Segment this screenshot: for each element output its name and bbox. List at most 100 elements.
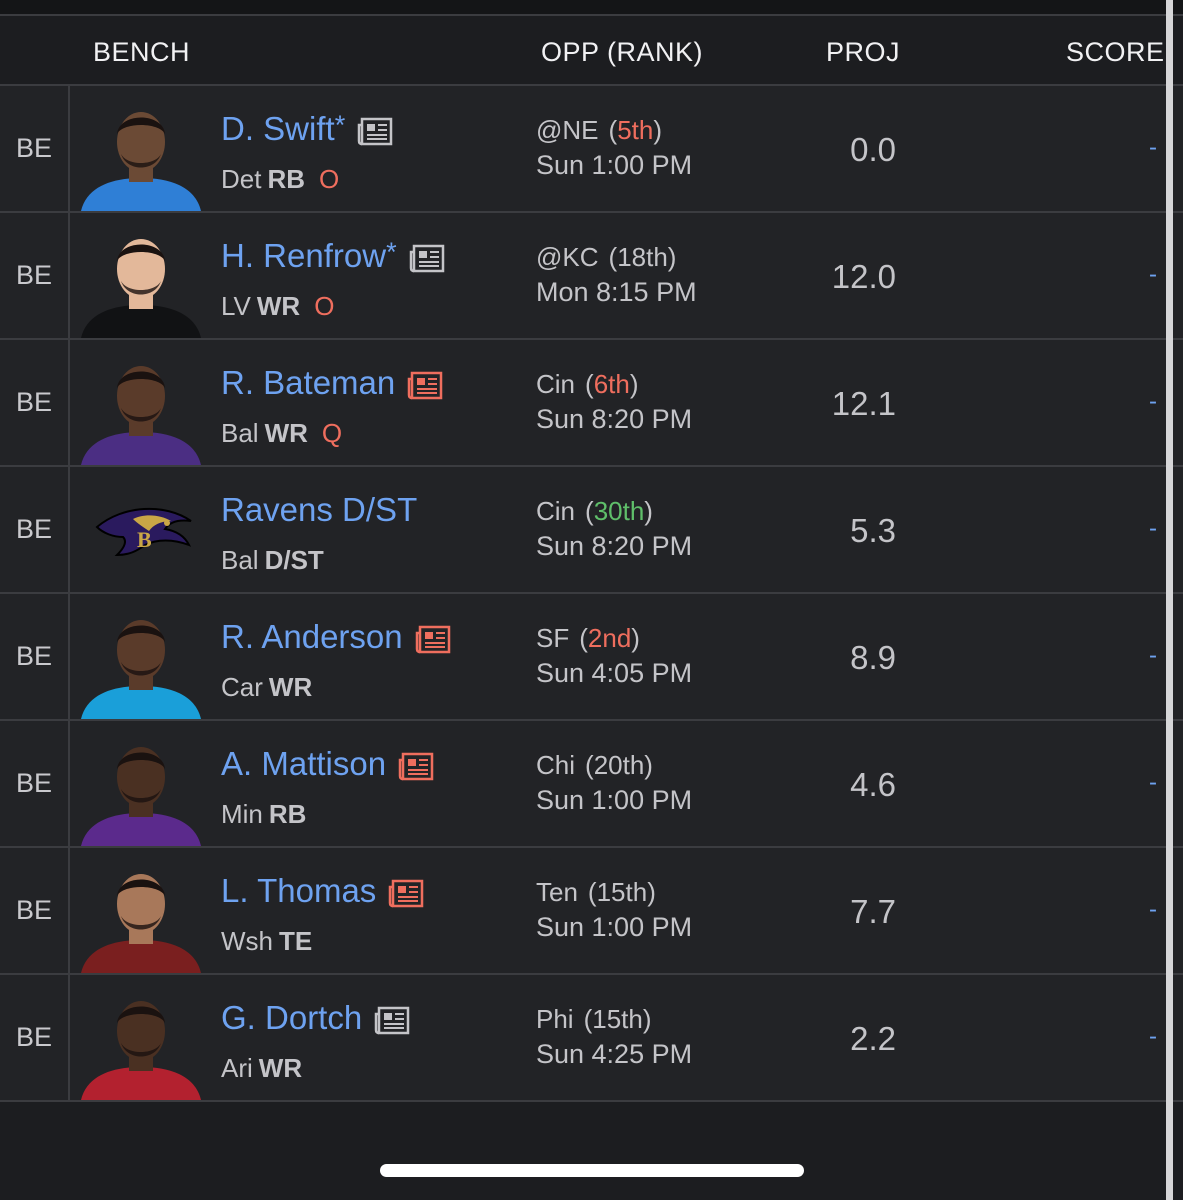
opponent-line: Phi (15th) <box>536 1004 652 1035</box>
news-icon[interactable] <box>409 244 445 274</box>
rank-close-paren: ) <box>653 115 663 145</box>
game-time: Sun 1:00 PM <box>536 912 693 942</box>
player-name-link[interactable]: R. Bateman <box>221 364 395 401</box>
score-value: - <box>1149 896 1157 923</box>
slot-cell[interactable]: BE <box>0 721 70 846</box>
rank-value: 18th <box>617 242 668 272</box>
news-icon[interactable] <box>398 752 434 782</box>
opponent-team: Phi <box>536 1004 574 1034</box>
slot-cell[interactable]: BE <box>0 594 70 719</box>
rank-close-paren: ) <box>647 877 656 907</box>
player-name-link[interactable]: A. Mattison <box>221 745 386 782</box>
player-team: Car <box>221 672 263 702</box>
slot-label: BE <box>16 768 53 798</box>
slot-cell[interactable]: BE <box>0 340 70 465</box>
player-headshot-icon[interactable] <box>73 221 209 338</box>
player-position: RB <box>268 799 307 829</box>
rank-close-paren: ) <box>629 369 639 399</box>
slot-label: BE <box>16 133 53 163</box>
player-headshot-icon[interactable] <box>73 348 209 465</box>
slot-cell[interactable]: BE <box>0 213 70 338</box>
opponent-team: Ten <box>536 877 578 907</box>
rank-value: 5th <box>617 115 654 145</box>
player-name-link[interactable]: G. Dortch <box>221 999 362 1036</box>
player-name-link[interactable]: H. Renfrow <box>221 237 386 274</box>
header-score: SCORE <box>1066 37 1165 67</box>
score-value: - <box>1149 642 1157 669</box>
player-name-link[interactable]: R. Anderson <box>221 618 403 655</box>
projected-points: 12.1 <box>831 385 896 422</box>
player-team: Ari <box>221 1053 253 1083</box>
player-row[interactable]: BE A. Mattison Min RB Chi (20th) Sun 1:00 PM 4.… <box>0 721 1183 848</box>
bench-table-header: BENCH OPP (RANK) PROJ SCORE <box>0 18 1183 86</box>
game-time: Sun 4:05 PM <box>536 658 693 688</box>
player-name-line: R. Anderson <box>221 618 451 659</box>
home-indicator[interactable] <box>380 1164 804 1177</box>
projected-points: 7.7 <box>850 893 896 930</box>
projected-points: 2.2 <box>850 1020 896 1057</box>
ravens-logo-icon[interactable]: B <box>73 475 209 592</box>
player-headshot-icon[interactable] <box>73 602 209 719</box>
player-row[interactable]: BE R. Anderson Car WR SF (2nd) Sun 4:05 PM 8.9 - <box>0 594 1183 721</box>
opponent-rank: (2nd) <box>579 623 640 653</box>
slot-label: BE <box>16 387 53 417</box>
rank-close-paren: ) <box>631 623 640 653</box>
opponent-team: Cin <box>536 496 576 526</box>
player-team: Wsh <box>221 926 273 956</box>
rank-value: 2nd <box>587 623 632 653</box>
player-row[interactable]: BE G. Dortch Ari WR Phi (15th) Sun 4:25 PM 2.2 - <box>0 975 1183 1102</box>
player-meta: Bal D/ST <box>221 545 324 576</box>
slot-cell[interactable]: BE <box>0 467 70 592</box>
header-opp-rank: OPP (RANK) <box>541 37 704 67</box>
rank-open-paren: ( <box>583 1004 593 1034</box>
rank-open-paren: ( <box>585 369 594 399</box>
player-star-marker: * <box>334 110 346 140</box>
rank-value: 6th <box>593 369 630 399</box>
opponent-team: @NE <box>536 115 599 145</box>
player-row[interactable]: BE R. Bateman Bal WR Q Cin (6th) Sun 8:20 PM 12.… <box>0 340 1183 467</box>
player-name-link[interactable]: L. Thomas <box>221 872 376 909</box>
player-team: Det <box>221 164 262 194</box>
player-position: WR <box>268 672 313 702</box>
player-headshot-icon[interactable] <box>73 729 209 846</box>
player-name-line: L. Thomas <box>221 872 424 913</box>
header-bench: BENCH <box>93 37 191 67</box>
game-time: Sun 8:20 PM <box>536 404 693 434</box>
player-row[interactable]: BE L. Thomas Wsh TE Ten (15th) Sun 1:00 PM 7.7 - <box>0 848 1183 975</box>
player-meta: Car WR <box>221 672 312 703</box>
slot-cell[interactable]: BE <box>0 86 70 211</box>
opponent-team: Chi <box>536 750 576 780</box>
opponent-rank: (15th) <box>584 1004 652 1034</box>
score-value: - <box>1149 261 1157 288</box>
player-name-link[interactable]: D. Swift <box>221 110 335 147</box>
player-meta: LV WR O <box>221 291 334 322</box>
news-icon[interactable] <box>357 117 393 147</box>
news-icon[interactable] <box>407 371 443 401</box>
slot-cell[interactable]: BE <box>0 848 70 973</box>
projected-points: 8.9 <box>850 639 896 676</box>
player-row[interactable]: BE B Ravens D/ST Bal D/ST Cin (30th) Sun 8:20 P… <box>0 467 1183 594</box>
player-headshot-icon[interactable] <box>73 983 209 1100</box>
player-headshot-icon[interactable] <box>73 94 209 211</box>
news-icon[interactable] <box>388 879 424 909</box>
player-row[interactable]: BE D. Swift* Det RB O @NE (5th) Sun 1:00 PM 0.0 - <box>0 86 1183 213</box>
projected-points: 5.3 <box>850 512 896 549</box>
game-time: Sun 1:00 PM <box>536 150 693 180</box>
scrollbar[interactable] <box>1166 0 1173 1200</box>
rank-open-paren: ( <box>608 242 618 272</box>
news-icon[interactable] <box>374 1006 410 1036</box>
opponent-line: Cin (6th) <box>536 369 639 400</box>
player-name-link[interactable]: Ravens D/ST <box>221 491 417 528</box>
player-headshot-icon[interactable] <box>73 856 209 973</box>
slot-cell[interactable]: BE <box>0 975 70 1100</box>
game-time: Sun 8:20 PM <box>536 531 693 561</box>
opponent-team: SF <box>536 623 570 653</box>
projected-points: 4.6 <box>850 766 896 803</box>
header-proj: PROJ <box>826 37 901 67</box>
opponent-rank: (20th) <box>585 750 653 780</box>
bottom-empty-area <box>0 1103 1166 1200</box>
opponent-line: SF (2nd) <box>536 623 640 654</box>
player-position: WR <box>256 291 301 321</box>
player-row[interactable]: BE H. Renfrow* LV WR O @KC (18th) Mon 8:15 PM 12… <box>0 213 1183 340</box>
news-icon[interactable] <box>415 625 451 655</box>
